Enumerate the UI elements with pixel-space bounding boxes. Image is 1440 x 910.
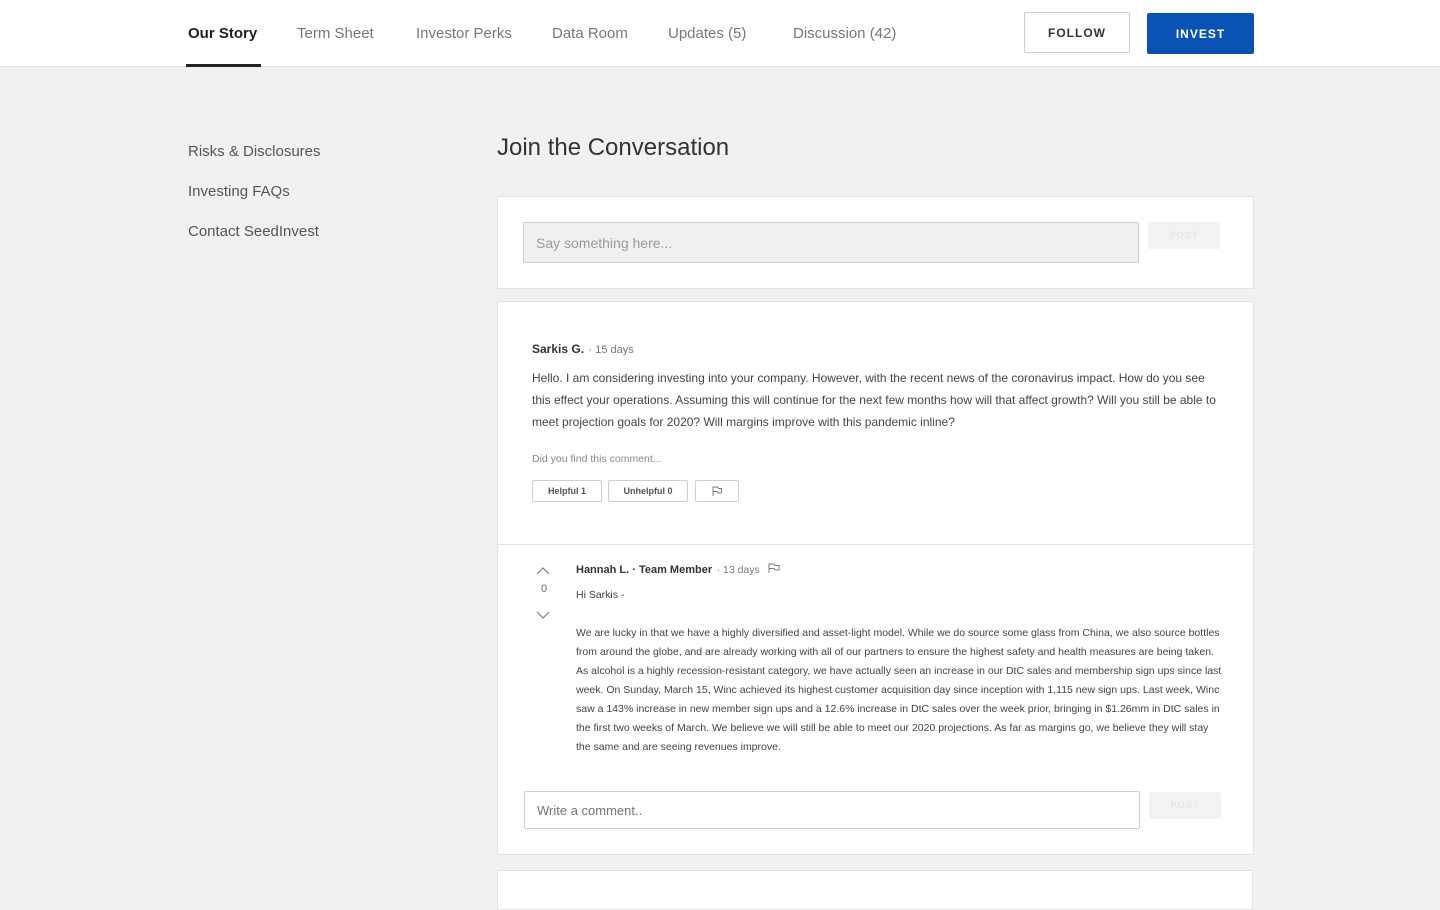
page-title: Join the Conversation xyxy=(497,134,730,161)
tab-investor-perks[interactable]: Investor Perks xyxy=(416,0,512,66)
tab-term-sheet[interactable]: Term Sheet xyxy=(297,0,374,66)
invest-button[interactable]: INVEST xyxy=(1147,13,1254,54)
chevron-up-icon xyxy=(536,567,550,575)
reply-timestamp: · 13 days xyxy=(716,564,760,576)
comment-compose-input[interactable] xyxy=(523,222,1139,263)
tab-updates[interactable]: Updates (5) xyxy=(668,0,746,66)
helpful-button[interactable]: Helpful 1 xyxy=(532,480,602,502)
downvote-button[interactable] xyxy=(536,607,552,619)
top-navigation: Our Story Term Sheet Investor Perks Data… xyxy=(0,0,1440,67)
unhelpful-button[interactable]: Unhelpful 0 xyxy=(608,480,688,502)
flag-icon xyxy=(712,486,722,496)
reply-greeting: Hi Sarkis - xyxy=(576,589,625,601)
comment-thread-card: Sarkis G. · 15 days Hello. I am consider… xyxy=(497,301,1254,855)
sidebar-item-contact-seedinvest[interactable]: Contact SeedInvest xyxy=(188,223,319,240)
report-flag-button[interactable] xyxy=(695,480,739,502)
sidebar-item-risks-disclosures[interactable]: Risks & Disclosures xyxy=(188,143,321,160)
chevron-down-icon xyxy=(536,611,550,619)
feedback-prompt: Did you find this comment... xyxy=(532,453,662,465)
comment-body: Hello. I am considering investing into y… xyxy=(532,371,1216,429)
upvote-button[interactable] xyxy=(536,562,552,575)
sidebar-item-investing-faqs[interactable]: Investing FAQs xyxy=(188,183,290,200)
reply-author[interactable]: Hannah L. · Team Member xyxy=(576,564,712,576)
tab-discussion[interactable]: Discussion (42) xyxy=(793,0,896,66)
reply-comment-input[interactable] xyxy=(524,791,1140,829)
comment-timestamp: · 15 days xyxy=(588,344,634,356)
vote-count: 0 xyxy=(540,583,548,595)
reply-header: Hannah L. · Team Member · 13 days xyxy=(576,560,781,578)
next-comment-card xyxy=(497,870,1253,910)
flag-icon[interactable] xyxy=(767,562,781,574)
reply-post-button[interactable]: POST xyxy=(1149,792,1221,819)
follow-button[interactable]: FOLLOW xyxy=(1024,12,1130,53)
divider xyxy=(498,544,1253,545)
compose-card: POST xyxy=(497,196,1254,289)
tab-our-story[interactable]: Our Story xyxy=(185,0,262,67)
post-button[interactable]: POST xyxy=(1148,222,1220,249)
comment-header: Sarkis G. · 15 days xyxy=(532,340,634,358)
reply-body: We are lucky in that we have a highly di… xyxy=(576,627,1222,753)
comment-author[interactable]: Sarkis G. xyxy=(532,342,584,356)
tab-data-room[interactable]: Data Room xyxy=(552,0,628,66)
